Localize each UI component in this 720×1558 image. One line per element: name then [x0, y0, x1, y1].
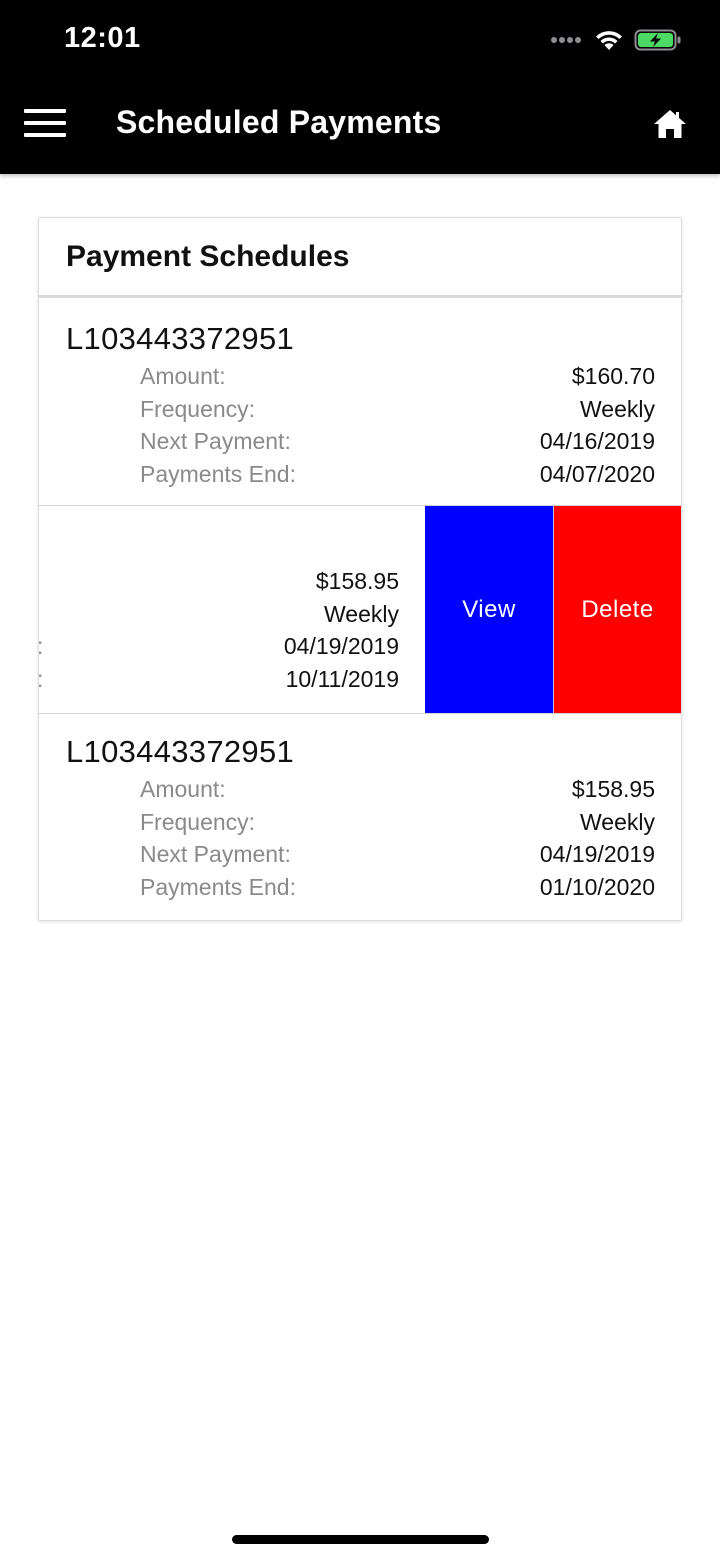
detail-value: Weekly: [580, 809, 655, 835]
schedule-row[interactable]: L103443372951 Amount: $158.95 Frequency:…: [39, 714, 681, 920]
detail-label: Frequency:: [140, 396, 256, 422]
detail-value: 04/19/2019: [283, 633, 399, 659]
battery-charging-icon: [634, 29, 681, 51]
detail-label-fragment: :: [39, 666, 43, 693]
detail-label: Frequency:: [140, 809, 256, 835]
detail-value: $158.95: [571, 776, 655, 802]
payment-schedules-card: Payment Schedules L103443372951 Amount: …: [38, 217, 682, 921]
card-header: Payment Schedules: [39, 218, 681, 298]
hamburger-menu-icon[interactable]: [24, 109, 66, 141]
app-header: Scheduled Payments: [0, 80, 720, 174]
detail-value: 04/19/2019: [539, 841, 655, 867]
payments-end-detail: Payments End: 01/10/2020: [140, 874, 655, 906]
home-icon[interactable]: [652, 106, 688, 142]
status-time: 12:01: [64, 22, 141, 54]
status-icons: [550, 26, 682, 54]
detail-value: $160.70: [571, 363, 655, 389]
detail-label: Payments End:: [140, 461, 296, 487]
payments-end-detail: Payments End: 04/07/2020: [140, 461, 655, 493]
detail-label: Next Payment:: [140, 428, 291, 454]
detail-value: 04/16/2019: [539, 428, 655, 454]
amount-detail: Amount: $158.95: [140, 776, 655, 808]
next-payment-detail: Next Payment: 04/16/2019: [140, 428, 655, 460]
swiped-row-content: $158.95 Weekly : 04/19/2019 : 10/11/2019: [39, 506, 425, 713]
loan-id: L103443372951: [66, 734, 295, 769]
signal-dots-icon: [551, 37, 581, 43]
frequency-detail: Frequency: Weekly: [140, 809, 655, 841]
detail-label: Amount:: [140, 776, 226, 802]
wifi-icon: [596, 31, 622, 50]
detail-label: Amount:: [140, 363, 226, 389]
detail-value: Weekly: [324, 601, 399, 627]
schedule-row-swiped[interactable]: $158.95 Weekly : 04/19/2019 : 10/11/2019…: [39, 506, 681, 714]
frequency-detail: Weekly: [39, 601, 399, 633]
amount-detail: Amount: $160.70: [140, 363, 655, 395]
detail-value: 01/10/2020: [539, 874, 655, 900]
detail-label-fragment: :: [39, 633, 43, 660]
card-title: Payment Schedules: [66, 239, 350, 273]
status-bar: 12:01: [0, 0, 720, 80]
next-payment-detail: : 04/19/2019: [39, 633, 399, 665]
schedule-row[interactable]: L103443372951 Amount: $160.70 Frequency:…: [39, 301, 681, 506]
detail-value: 10/11/2019: [285, 666, 399, 692]
detail-value: 04/07/2020: [539, 461, 655, 487]
detail-value: $158.95: [315, 568, 399, 594]
detail-value: Weekly: [580, 396, 655, 422]
home-indicator[interactable]: [232, 1535, 489, 1544]
page-title: Scheduled Payments: [116, 104, 442, 140]
loan-id: L103443372951: [66, 321, 295, 356]
amount-detail: $158.95: [39, 568, 399, 600]
payments-end-detail: : 10/11/2019: [39, 666, 399, 698]
delete-button[interactable]: Delete: [553, 506, 681, 713]
view-button[interactable]: View: [425, 506, 553, 713]
detail-label: Payments End:: [140, 874, 296, 900]
frequency-detail: Frequency: Weekly: [140, 396, 655, 428]
detail-label: Next Payment:: [140, 841, 291, 867]
next-payment-detail: Next Payment: 04/19/2019: [140, 841, 655, 873]
